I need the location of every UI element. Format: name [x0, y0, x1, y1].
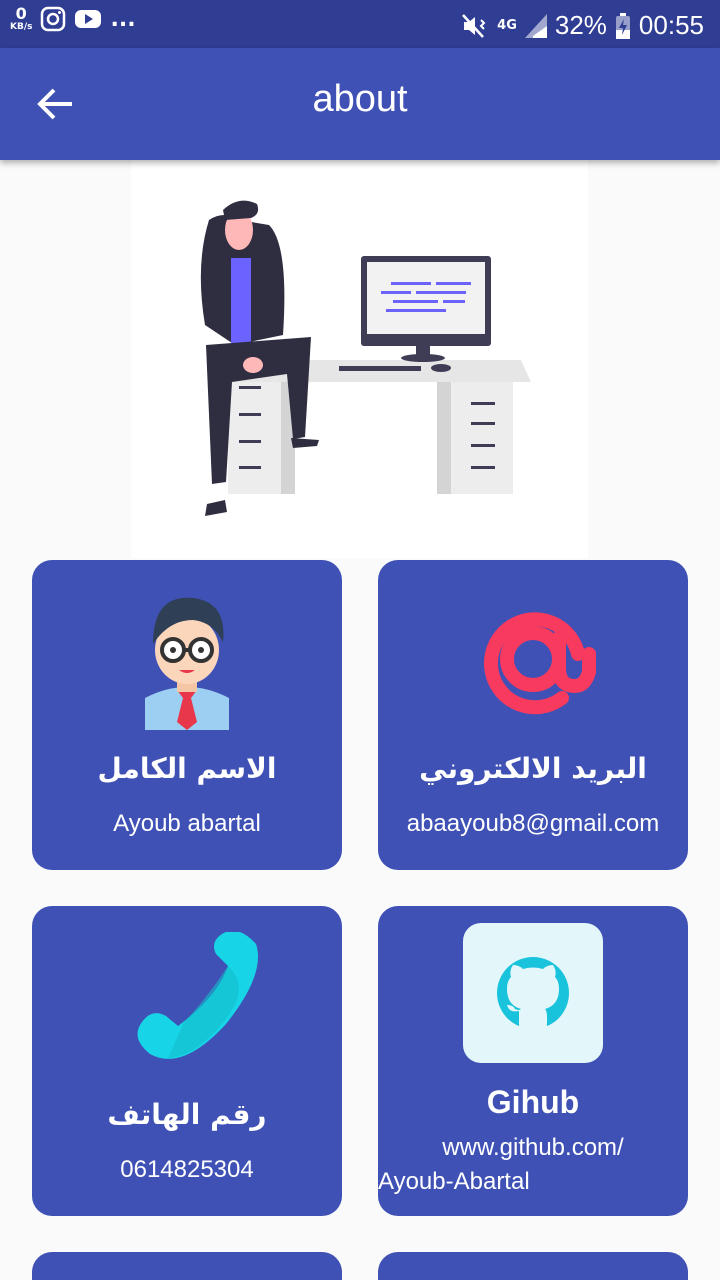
phone-card[interactable]: رقم الهاتف 0614825304 — [32, 906, 342, 1216]
email-label: البريد الالكتروني — [419, 752, 647, 785]
instagram-icon — [41, 6, 66, 32]
youtube-icon — [75, 10, 102, 28]
developer-at-desk-illustration — [200, 200, 531, 516]
page-title: about — [312, 78, 408, 120]
at-sign-icon — [484, 612, 596, 715]
battery-charging-icon — [615, 12, 630, 39]
hero-illustration — [131, 160, 588, 558]
name-card[interactable]: الاسم الكامل Ayoub abartal — [32, 560, 342, 870]
github-url-line2: Ayoub-Abartal — [378, 1168, 530, 1195]
status-left: 0 KB/s ... — [10, 4, 136, 33]
app-bar: about — [0, 48, 720, 160]
status-right: 4G 32% 00:55 — [461, 10, 704, 41]
network-speed-unit: KB/s — [10, 22, 33, 32]
phone-label: رقم الهاتف — [107, 1098, 267, 1131]
network-speed: 0 KB/s — [10, 4, 33, 33]
github-card[interactable]: Gihub www.github.com/ Ayoub-Abartal — [378, 906, 688, 1216]
avatar-icon — [145, 597, 229, 730]
phone-value: 0614825304 — [120, 1156, 254, 1183]
email-value: abaayoub8@gmail.com — [406, 810, 660, 837]
signal-icon — [524, 13, 547, 38]
card-partial-left[interactable] — [32, 1252, 342, 1280]
github-icon — [463, 923, 603, 1063]
status-bar: 0 KB/s ... 4G 32% 00:55 — [0, 0, 720, 48]
clock: 00:55 — [638, 10, 704, 40]
github-url-line1: www.github.com/ — [442, 1134, 624, 1161]
battery-percent: 32% — [554, 10, 607, 40]
network-type: 4G — [497, 18, 517, 33]
card-partial-right[interactable] — [378, 1252, 688, 1280]
network-speed-value: 0 — [15, 4, 27, 23]
email-card[interactable]: البريد الالكتروني abaayoub8@gmail.com — [378, 560, 688, 870]
name-label: الاسم الكامل — [97, 752, 277, 785]
phone-icon — [137, 932, 258, 1059]
mute-vibrate-icon — [462, 13, 486, 38]
github-label: Gihub — [486, 1084, 580, 1120]
more-notifications: ... — [110, 6, 136, 32]
name-value: Ayoub abartal — [113, 810, 261, 837]
